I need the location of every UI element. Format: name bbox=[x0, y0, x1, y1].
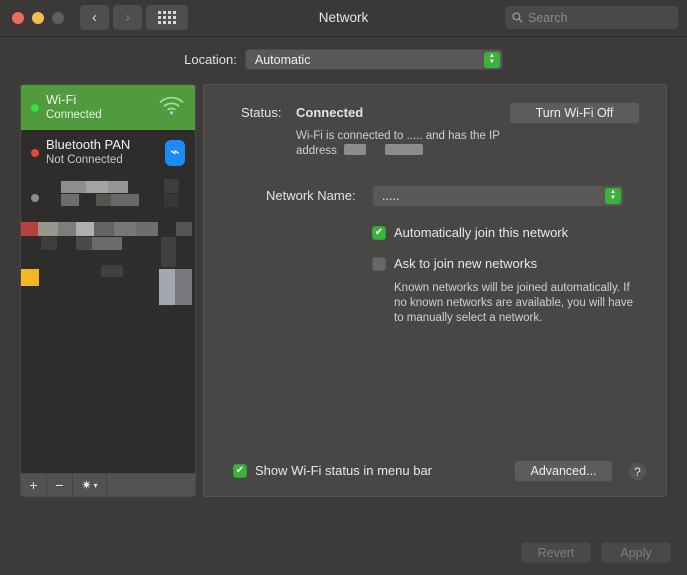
service-actions-button[interactable]: ✷ ▾ bbox=[73, 474, 107, 496]
wifi-settings-panel: Status: Connected Turn Wi-Fi Off Wi-Fi i… bbox=[203, 84, 667, 497]
sidebar-item-redacted-3[interactable] bbox=[21, 265, 195, 310]
redacted-icon bbox=[175, 269, 192, 305]
status-dot bbox=[31, 149, 39, 157]
title-bar: ‹ › Network bbox=[0, 0, 687, 37]
content-area: Wi-Fi Connected bbox=[0, 82, 687, 575]
sidebar-item-redacted-2[interactable] bbox=[21, 220, 195, 265]
network-name-value: ..... bbox=[382, 189, 399, 203]
status-dot bbox=[31, 194, 39, 202]
redacted-text bbox=[61, 194, 79, 206]
redacted-ip-part-1 bbox=[344, 144, 366, 155]
advanced-label: Advanced... bbox=[530, 464, 596, 478]
chevron-updown-icon: ▲▼ bbox=[484, 52, 500, 68]
location-popup-button[interactable]: Automatic ▲▼ bbox=[245, 49, 503, 70]
apply-button: Apply bbox=[601, 542, 671, 563]
location-row: Location: Automatic ▲▼ bbox=[0, 37, 687, 82]
footer-buttons: Revert Apply bbox=[521, 542, 671, 563]
auto-join-label: Automatically join this network bbox=[394, 225, 568, 240]
redacted-text bbox=[161, 237, 176, 267]
redacted-text bbox=[76, 237, 92, 250]
redacted-text bbox=[96, 194, 111, 206]
search-icon bbox=[512, 12, 523, 23]
status-dot bbox=[21, 222, 38, 236]
service-list-sidebar: Wi-Fi Connected bbox=[20, 84, 196, 497]
check-icon: ✔ bbox=[236, 466, 244, 476]
ask-join-checkbox[interactable] bbox=[372, 257, 386, 271]
redacted-text bbox=[94, 222, 114, 236]
status-value: Connected bbox=[296, 105, 363, 120]
sidebar-toolbar: + − ✷ ▾ bbox=[21, 473, 195, 496]
help-button[interactable]: ? bbox=[628, 462, 647, 481]
toolbar-filler bbox=[107, 474, 195, 496]
redacted-text bbox=[38, 222, 58, 236]
remove-service-button[interactable]: − bbox=[47, 474, 73, 496]
redacted-text bbox=[58, 222, 76, 236]
search-field[interactable] bbox=[505, 6, 678, 29]
redacted-text bbox=[136, 222, 158, 236]
description-line-2: address bbox=[296, 144, 546, 159]
service-name: Wi-Fi bbox=[46, 93, 102, 108]
redacted-text bbox=[114, 222, 136, 236]
auto-join-checkbox[interactable]: ✔ bbox=[372, 226, 386, 240]
wifi-icon bbox=[158, 96, 185, 120]
location-value: Automatic bbox=[255, 53, 311, 67]
show-menu-bar-checkbox[interactable]: ✔ bbox=[233, 464, 247, 478]
location-label: Location: bbox=[184, 52, 237, 67]
check-icon: ✔ bbox=[375, 228, 383, 238]
redacted-ip-part-2 bbox=[385, 144, 423, 155]
status-label: Status: bbox=[241, 105, 281, 120]
minus-icon: − bbox=[55, 477, 63, 493]
redacted-text bbox=[61, 181, 86, 193]
redacted-text bbox=[92, 237, 122, 250]
chevron-updown-icon: ▲▼ bbox=[605, 188, 621, 204]
sidebar-item-wifi[interactable]: Wi-Fi Connected bbox=[21, 85, 195, 130]
apply-label: Apply bbox=[620, 546, 651, 560]
redacted-text bbox=[176, 222, 192, 236]
redacted-text bbox=[41, 237, 57, 250]
status-description: Wi-Fi is connected to ..... and has the … bbox=[296, 129, 546, 159]
chevron-down-icon: ▾ bbox=[94, 481, 98, 490]
auto-join-checkbox-row[interactable]: ✔ Automatically join this network bbox=[372, 225, 568, 240]
service-name: Bluetooth PAN bbox=[46, 138, 130, 153]
sidebar-item-redacted-1[interactable] bbox=[21, 175, 195, 220]
revert-label: Revert bbox=[538, 546, 575, 560]
show-menu-bar-label: Show Wi-Fi status in menu bar bbox=[255, 463, 432, 478]
show-menu-bar-checkbox-row[interactable]: ✔ Show Wi-Fi status in menu bar bbox=[233, 463, 432, 478]
status-dot bbox=[21, 269, 39, 286]
revert-button: Revert bbox=[521, 542, 591, 563]
plus-icon: + bbox=[29, 477, 37, 493]
question-mark-icon: ? bbox=[634, 465, 641, 479]
service-list: Wi-Fi Connected bbox=[21, 85, 195, 473]
advanced-button[interactable]: Advanced... bbox=[514, 460, 613, 482]
toggle-wifi-label: Turn Wi-Fi Off bbox=[536, 106, 614, 120]
toggle-wifi-button[interactable]: Turn Wi-Fi Off bbox=[509, 102, 640, 124]
bluetooth-icon: ⌁ bbox=[165, 140, 185, 166]
redacted-text bbox=[76, 222, 94, 236]
redacted-icon bbox=[159, 269, 175, 305]
service-status: Not Connected bbox=[46, 154, 130, 167]
ask-join-label: Ask to join new networks bbox=[394, 256, 537, 271]
redacted-icon bbox=[164, 179, 179, 193]
redacted-text bbox=[86, 181, 108, 193]
network-preferences-window: ‹ › Network Location: Automatic ▲▼ bbox=[0, 0, 687, 575]
description-line-1: Wi-Fi is connected to ..... and has the … bbox=[296, 129, 546, 144]
service-status: Connected bbox=[46, 109, 102, 122]
status-dot bbox=[31, 104, 39, 112]
redacted-icon bbox=[164, 194, 179, 207]
network-name-label: Network Name: bbox=[266, 188, 356, 203]
redacted-text bbox=[101, 265, 123, 277]
redacted-text bbox=[108, 181, 128, 193]
redacted-text bbox=[111, 194, 139, 206]
ask-join-help-text: Known networks will be joined automatica… bbox=[394, 281, 636, 326]
search-input[interactable] bbox=[528, 11, 671, 25]
add-service-button[interactable]: + bbox=[21, 474, 47, 496]
gear-icon: ✷ bbox=[81, 478, 91, 492]
sidebar-item-bluetooth-pan[interactable]: Bluetooth PAN Not Connected ⌁ bbox=[21, 130, 195, 175]
ask-join-checkbox-row[interactable]: Ask to join new networks bbox=[372, 256, 537, 271]
network-name-popup-button[interactable]: ..... ▲▼ bbox=[372, 185, 624, 207]
